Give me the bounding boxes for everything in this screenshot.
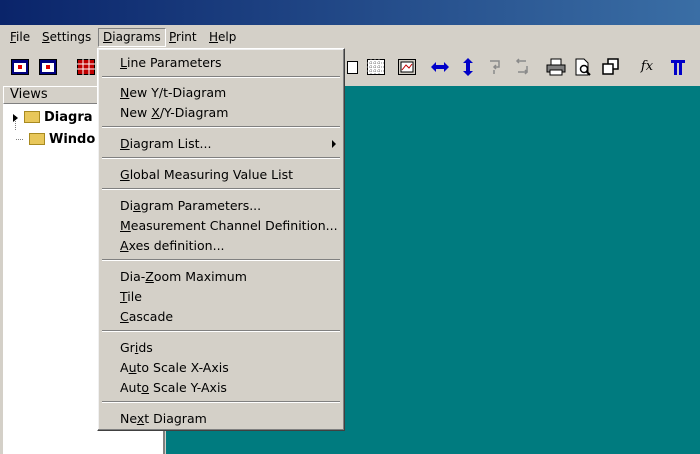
diagram-window-icon[interactable] [397,57,417,77]
menu-item-diagram-list[interactable]: Diagram List... [98,134,344,153]
undo-zoom-icon[interactable] [485,57,505,77]
print-preview-icon[interactable] [573,57,593,77]
tree-item-diagrams[interactable]: Diagra [11,109,93,127]
menu-item-new-yt-diagram[interactable]: New Y/t-Diagram [98,83,344,102]
menu-item-next-diagram[interactable]: Next Diagram [98,409,344,428]
menu-item-cascade[interactable]: Cascade [98,307,344,326]
menu-separator [102,76,340,78]
menu-separator [102,157,340,159]
function-icon[interactable]: fx [637,57,657,77]
diagrams-menu: Line Parameters New Y/t-Diagram New X/Y-… [97,48,345,431]
tree-item-windows[interactable]: Windo [11,131,95,149]
new-diagram-icon[interactable] [38,57,58,77]
printer-icon[interactable] [546,57,566,77]
redo-zoom-icon[interactable] [512,57,532,77]
cursor-icon[interactable] [668,57,688,77]
menu-item-dia-zoom-maximum[interactable]: Dia-Zoom Maximum [98,267,344,286]
folder-icon [24,110,40,123]
grid-icon[interactable] [366,57,386,77]
menu-item-auto-scale-y-axis[interactable]: Auto Scale Y-Axis [98,378,344,397]
menu-item-axes-definition[interactable]: Axes definition... [98,236,344,255]
menu-help[interactable]: Help [205,29,240,46]
copy-window-icon[interactable] [601,57,621,77]
expand-arrow-icon[interactable] [13,113,18,122]
menu-diagrams[interactable]: Diagrams [98,28,166,47]
table-icon[interactable] [76,57,96,77]
menu-file[interactable]: File [6,29,34,46]
scale-horizontal-icon[interactable] [430,57,450,77]
menu-item-new-xy-diagram[interactable]: New X/Y-Diagram [98,103,344,122]
menu-print[interactable]: Print [165,29,201,46]
menu-item-diagram-parameters[interactable]: Diagram Parameters... [98,196,344,215]
menu-settings[interactable]: Settings [38,29,95,46]
menu-item-auto-scale-x-axis[interactable]: Auto Scale X-Axis [98,358,344,377]
menu-item-line-parameters[interactable]: Line Parameters [98,53,344,72]
menu-separator [102,259,340,261]
folder-icon [29,132,45,145]
title-bar [0,0,700,25]
submenu-arrow-icon [332,140,336,148]
menu-item-global-measuring-value-list[interactable]: Global Measuring Value List [98,165,344,184]
scale-vertical-icon[interactable] [458,57,478,77]
menu-separator [102,126,340,128]
new-window-icon[interactable] [10,57,30,77]
menu-item-grids[interactable]: Grids [98,338,344,357]
menu-separator [102,330,340,332]
menu-separator [102,401,340,403]
menu-item-measurement-channel-definition[interactable]: Measurement Channel Definition... [98,216,344,235]
zoom-in-icon[interactable] [343,57,363,77]
menu-separator [102,188,340,190]
menu-bar: File Settings Diagrams Print Help [0,26,700,48]
menu-item-tile[interactable]: Tile [98,287,344,306]
